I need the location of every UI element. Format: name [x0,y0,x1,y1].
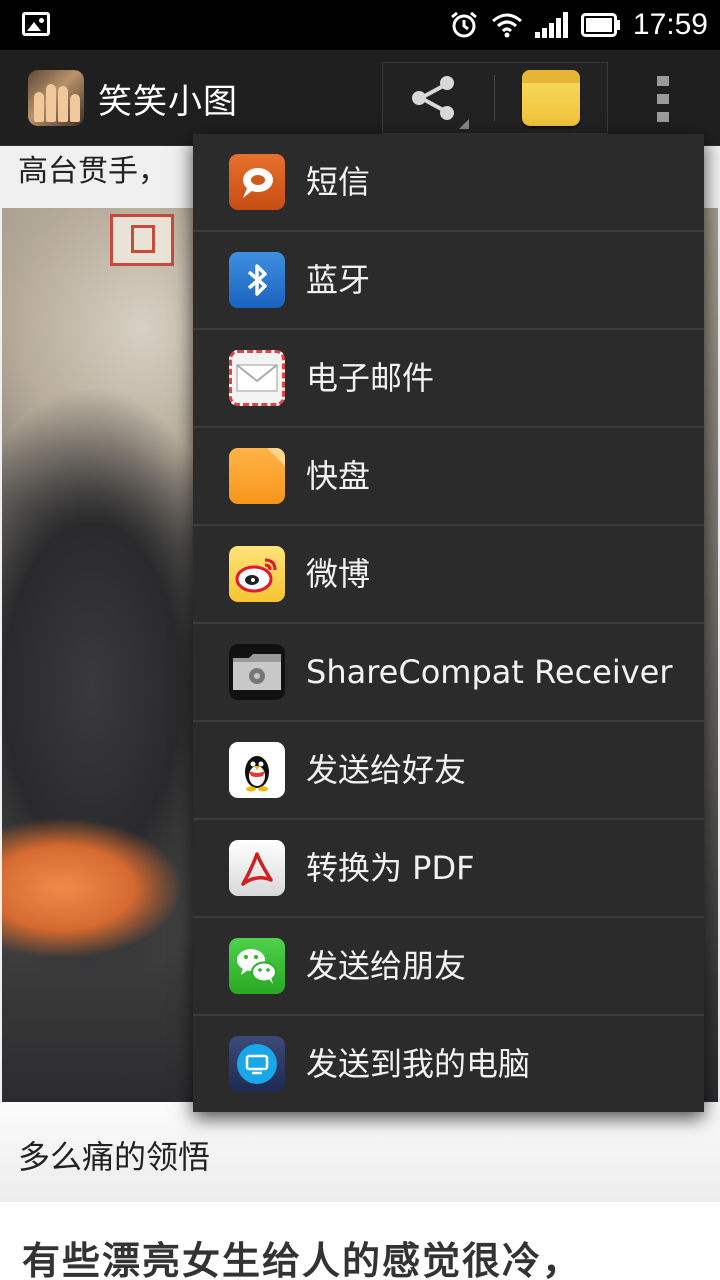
image-sign [110,214,174,266]
bluetooth-icon [229,252,285,308]
share-item-wechat[interactable]: 发送给朋友 [193,918,704,1016]
photo-notification-icon [22,12,50,36]
notes-icon[interactable] [522,70,580,126]
share-item-label: 微博 [306,555,371,593]
share-item-label: 发送给朋友 [306,947,467,985]
email-icon [229,350,285,406]
weibo-icon [229,546,285,602]
battery-icon [580,13,620,37]
app-title: 笑笑小图 [98,82,238,122]
share-item-bluetooth[interactable]: 蓝牙 [193,232,704,330]
share-icon [412,76,469,129]
overflow-menu-icon[interactable] [650,76,676,124]
share-item-weibo[interactable]: 微博 [193,526,704,624]
qq-icon [229,742,285,798]
pdf-icon [229,840,285,896]
post-caption: 多么痛的领悟 [18,1138,211,1176]
share-item-qq-friend[interactable]: 发送给好友 [193,722,704,820]
settings-folder-icon [229,644,285,700]
share-item-label: 快盘 [306,457,371,495]
share-item-pdf[interactable]: 转换为 PDF [193,820,704,918]
share-item-label: 发送到我的电脑 [306,1045,531,1083]
share-item-sharecompat[interactable]: ShareCompat Receiver [193,624,704,722]
share-item-label: 发送给好友 [306,751,467,789]
action-divider [494,75,495,121]
alarm-icon [450,11,477,38]
kuaipan-folder-icon [229,448,285,504]
app-logo-icon[interactable] [28,70,84,126]
status-bar: 17:59 [0,0,720,50]
wifi-icon [491,13,522,38]
monitor-icon [229,1036,285,1092]
signal-icon [534,12,568,38]
wechat-icon [229,938,285,994]
action-bar: 笑笑小图 [0,50,720,146]
status-icons: 17:59 [449,0,708,50]
share-item-label: 蓝牙 [306,261,371,299]
share-item-label: ShareCompat Receiver [306,653,673,691]
share-item-label: 转换为 PDF [306,849,475,887]
next-post-text: 有些漂亮女生给人的感觉很冷， [22,1239,583,1280]
clock: 17:59 [632,8,708,41]
share-button[interactable] [383,63,493,133]
share-menu: 短信 蓝牙 电子邮件 快盘 微博 ShareCompat Receiver 发送… [193,134,704,1112]
share-item-kuaipan[interactable]: 快盘 [193,428,704,526]
share-item-label: 电子邮件 [306,359,435,397]
post-text: 高台贯手， [18,154,168,189]
share-item-sms[interactable]: 短信 [193,134,704,232]
sms-icon [229,154,285,210]
share-item-label: 短信 [306,163,371,201]
share-item-my-computer[interactable]: 发送到我的电脑 [193,1016,704,1114]
share-item-email[interactable]: 电子邮件 [193,330,704,428]
